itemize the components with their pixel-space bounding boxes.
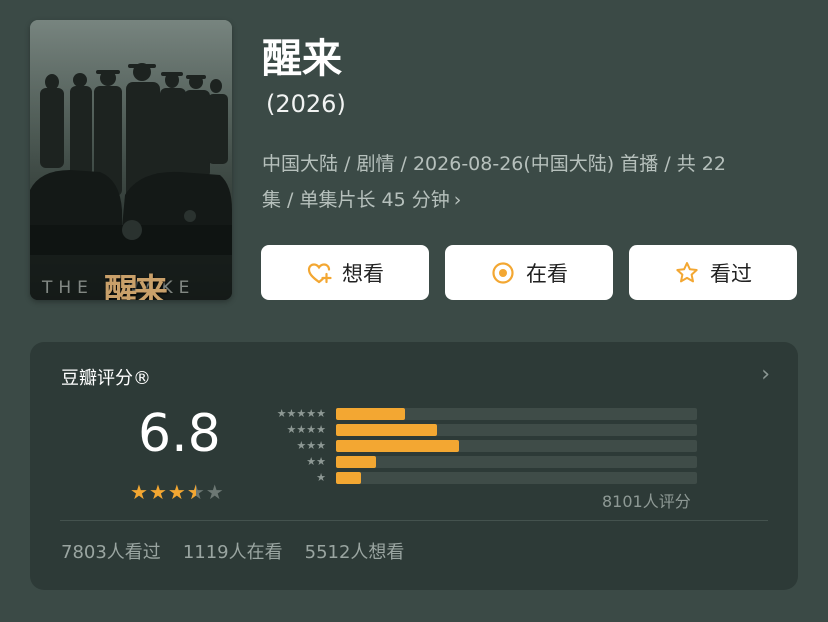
- poster-title-cn: 醒来: [104, 272, 168, 300]
- chevron-right-icon[interactable]: ›: [454, 189, 462, 211]
- chevron-right-icon[interactable]: ›: [761, 362, 770, 387]
- star-filled-icon: ★: [130, 480, 149, 504]
- rating-score: 6.8: [138, 404, 221, 464]
- meta-line-2-text: 集 / 单集片长 45 分钟: [262, 189, 450, 211]
- distribution-track: [336, 424, 697, 436]
- watching-count[interactable]: 1119人在看: [183, 538, 283, 564]
- distribution-stars-icon: ★★★: [296, 439, 326, 452]
- distribution-track: [336, 472, 697, 484]
- rating-card-title: 豆瓣评分®: [61, 368, 151, 389]
- distribution-bar: [336, 456, 376, 468]
- distribution-stars-icon: ★★★★★: [276, 407, 326, 420]
- target-circle-icon: [490, 260, 516, 286]
- meta-line-1: 中国大陆 / 剧情 / 2026-08-26(中国大陆) 首播 / 共 22: [262, 153, 726, 175]
- star-half-icon: ★: [187, 480, 206, 504]
- meta-line-2: 集 / 单集片长 45 分钟 ›: [262, 182, 802, 218]
- watching-label: 在看: [526, 261, 568, 286]
- distribution-stars-icon: ★★★★: [286, 423, 326, 436]
- page-title: 醒来: [262, 36, 342, 82]
- heart-plus-icon: [306, 260, 332, 286]
- distribution-track: [336, 440, 697, 452]
- release-year: (2026): [266, 90, 346, 118]
- watched-button[interactable]: 看过: [629, 245, 797, 300]
- watched-label: 看过: [710, 261, 752, 286]
- distribution-stars-icon: ★★: [306, 455, 326, 468]
- star-filled-icon: ★: [167, 480, 187, 504]
- distribution-bar: [336, 472, 362, 484]
- distribution-track: [336, 408, 697, 420]
- want-to-watch-button[interactable]: 想看: [261, 245, 429, 300]
- watching-button[interactable]: 在看: [445, 245, 613, 300]
- watch-stats: 7803人看过 1119人在看 5512人想看: [61, 538, 404, 564]
- distribution-track: [336, 456, 697, 468]
- rating-card[interactable]: 豆瓣评分® › 6.8 ★★★★★ ★★★★★★★★★★★★★★★ 8101人评…: [30, 342, 798, 590]
- show-meta[interactable]: 中国大陆 / 剧情 / 2026-08-26(中国大陆) 首播 / 共 22 集…: [262, 146, 802, 218]
- poster-image[interactable]: THE AWAKE 醒来: [30, 20, 232, 300]
- distribution-bar: [336, 440, 459, 452]
- divider: [60, 520, 768, 521]
- star-empty-icon: ★: [205, 480, 225, 504]
- poster-artwork: [30, 20, 232, 300]
- star-filled-icon: ★: [148, 480, 168, 504]
- rating-count: 8101人评分: [602, 492, 691, 511]
- watched-count[interactable]: 7803人看过: [61, 538, 161, 564]
- distribution-stars-icon: ★: [316, 471, 326, 484]
- distribution-bar: [336, 408, 405, 420]
- distribution-bar: [336, 424, 438, 436]
- rating-stars: ★★★★ ★: [130, 480, 225, 504]
- want-to-watch-label: 想看: [342, 261, 384, 286]
- want-count[interactable]: 5512人想看: [305, 538, 405, 564]
- star-outline-icon: [674, 260, 700, 286]
